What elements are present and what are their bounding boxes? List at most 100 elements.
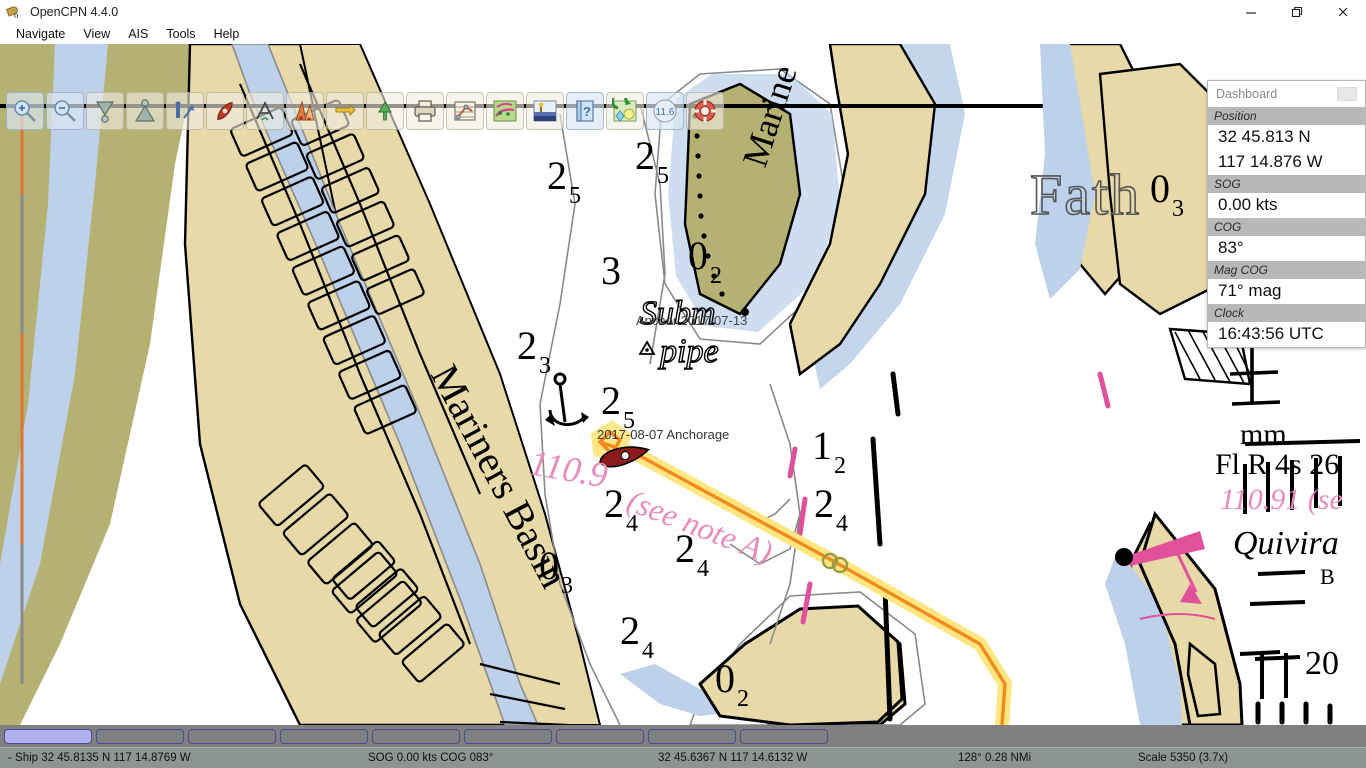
dashboard-title-bar[interactable]: Dashboard: [1208, 81, 1365, 107]
minimize-icon[interactable]: [1228, 0, 1274, 23]
beacon-icon[interactable]: [126, 92, 164, 130]
printer-icon[interactable]: [406, 92, 444, 130]
menu-view[interactable]: View: [74, 25, 119, 43]
instrument-cog-label: COG: [1208, 218, 1365, 236]
waypoint-label-anchor-20170713: Anchor 2017-07-13: [636, 313, 747, 328]
instrument-position-label: Position: [1208, 107, 1365, 125]
instrument-sog-value: 0.00 kts: [1208, 193, 1365, 218]
sounding-4-fraction: 3: [539, 353, 551, 379]
piano-key-5[interactable]: [464, 728, 552, 744]
status-scale: Scale 5350 (3.7x): [1138, 752, 1229, 764]
status-sog-cog: SOG 0.00 kts COG 083°: [368, 752, 494, 764]
piano-key-8[interactable]: [740, 728, 828, 744]
sounding-7: 2: [604, 481, 624, 526]
sounding-6: 1: [812, 423, 832, 468]
sounding-12: 0: [715, 656, 735, 701]
track-icon[interactable]: [486, 92, 524, 130]
status-bar: - Ship 32 45.8135 N 117 14.8769 W SOG 0.…: [0, 747, 1366, 768]
sounding-3: 0: [688, 233, 708, 278]
instrument-cog-value: 83°: [1208, 236, 1365, 261]
chart-label-light-flr: Fl R 4s 26: [1215, 448, 1339, 481]
tide-icon[interactable]: [526, 92, 564, 130]
sounding-5: 2: [601, 378, 621, 423]
sounding-10: 0: [539, 543, 559, 588]
piano-key-2[interactable]: [188, 728, 276, 744]
svg-text:?: ?: [583, 104, 591, 119]
soundings-icon[interactable]: [286, 92, 324, 130]
instrument-position-value-lon: 117 14.876 W: [1208, 150, 1365, 175]
instrument-mag-cog-value: 71° mag: [1208, 279, 1365, 304]
sounding-0: 2: [547, 153, 567, 198]
menu-navigate[interactable]: Navigate: [7, 25, 74, 43]
waypoint-label-anchorage-20170807: 2017-08-07 Anchorage: [597, 427, 729, 442]
route-arrow-icon[interactable]: [166, 92, 204, 130]
buoy-icon[interactable]: [86, 92, 124, 130]
green-triangle-icon[interactable]: [366, 92, 404, 130]
chart-label-fathoms: Fath: [1030, 162, 1141, 227]
menu-bar: Navigate View AIS Tools Help: [0, 23, 1366, 44]
dashboard-title: Dashboard: [1216, 87, 1278, 101]
chart-canvas[interactable]: Mariners Basin Marine Subm pipe Fath Fl …: [0, 44, 1366, 725]
zoom-in-button[interactable]: [6, 92, 44, 130]
sounding-8: 2: [814, 481, 834, 526]
instrument-position-value-lat: 32 45.813 N: [1208, 125, 1365, 150]
chart-label-mm-fragment: mm: [1240, 418, 1287, 451]
chart-label-depth-20: 20: [1305, 645, 1339, 682]
sounding-11-fraction: 4: [642, 638, 654, 664]
sounding-3-fraction: 2: [710, 263, 722, 289]
sounding-6-fraction: 2: [834, 453, 846, 479]
status-bearing-range: 128° 0.28 NMi: [958, 752, 1031, 764]
day-night-icon[interactable]: [606, 92, 644, 130]
chart-piano-bar[interactable]: [0, 725, 1366, 747]
sounding-10-fraction: 3: [561, 573, 573, 599]
menu-ais[interactable]: AIS: [119, 25, 157, 43]
piano-key-0[interactable]: [4, 728, 92, 744]
sounding-1: 2: [635, 133, 655, 178]
status-ship-position: - Ship 32 45.8135 N 117 14.8769 W: [8, 752, 191, 764]
sounding-2: 3: [601, 248, 621, 293]
question-book-icon[interactable]: ?: [566, 92, 604, 130]
arrow-left-right-icon[interactable]: [326, 92, 364, 130]
chart-label-b-fragment: B: [1320, 564, 1335, 589]
instrument-clock-value: 16:43:56 UTC: [1208, 322, 1365, 347]
instrument-sog-label: SOG: [1208, 175, 1365, 193]
letter-a-icon[interactable]: [246, 92, 284, 130]
zoom-out-button[interactable]: [46, 92, 84, 130]
title-bar: o OpenCPN 4.4.0: [0, 0, 1366, 23]
sounding-12-fraction: 2: [737, 686, 749, 712]
window-title: OpenCPN 4.4.0: [30, 4, 119, 19]
compass-icon[interactable]: 11.6: [646, 92, 684, 130]
dashboard-grip-icon[interactable]: [1337, 87, 1357, 101]
sounding-8-fraction: 4: [836, 511, 848, 537]
instrument-clock-label: Clock: [1208, 304, 1365, 322]
piano-key-1[interactable]: [96, 728, 184, 744]
sounding-0-fraction: 5: [569, 183, 581, 209]
piano-key-6[interactable]: [556, 728, 644, 744]
sounding-11: 2: [620, 608, 640, 653]
sounding-5-fraction: 5: [623, 408, 635, 434]
opencpn-window: o OpenCPN 4.4.0 Navigate View AIS Tools …: [0, 0, 1366, 768]
chart-label-pipe: pipe: [658, 333, 719, 370]
sounding-9: 2: [675, 526, 695, 571]
piano-key-4[interactable]: [372, 728, 460, 744]
menu-help[interactable]: Help: [205, 25, 249, 43]
window-controls: [1228, 0, 1366, 23]
svg-text:11.6: 11.6: [656, 107, 675, 118]
piano-key-3[interactable]: [280, 728, 368, 744]
dashboard-panel[interactable]: Dashboard Position 32 45.813 N 117 14.87…: [1207, 80, 1366, 348]
lifering-icon[interactable]: [686, 92, 724, 130]
sounding-9-fraction: 4: [697, 556, 709, 582]
sounding-13: 0: [1150, 166, 1170, 211]
ownship-boat-icon[interactable]: [206, 92, 244, 130]
close-icon[interactable]: [1320, 0, 1366, 23]
opencpn-icon: o: [5, 4, 22, 20]
menu-tools[interactable]: Tools: [157, 25, 204, 43]
route-manager-icon[interactable]: [446, 92, 484, 130]
piano-key-7[interactable]: [648, 728, 736, 744]
instrument-mag-cog-label: Mag COG: [1208, 261, 1365, 279]
main-toolbar: ? 11.6: [4, 90, 726, 132]
chart-label-quivira: Quivira: [1233, 525, 1339, 562]
status-cursor-position: 32 45.6367 N 117 14.6132 W: [658, 752, 808, 764]
restore-icon[interactable]: [1274, 0, 1320, 23]
chart-label-rdl-11091: 110.91 (se: [1220, 483, 1343, 516]
